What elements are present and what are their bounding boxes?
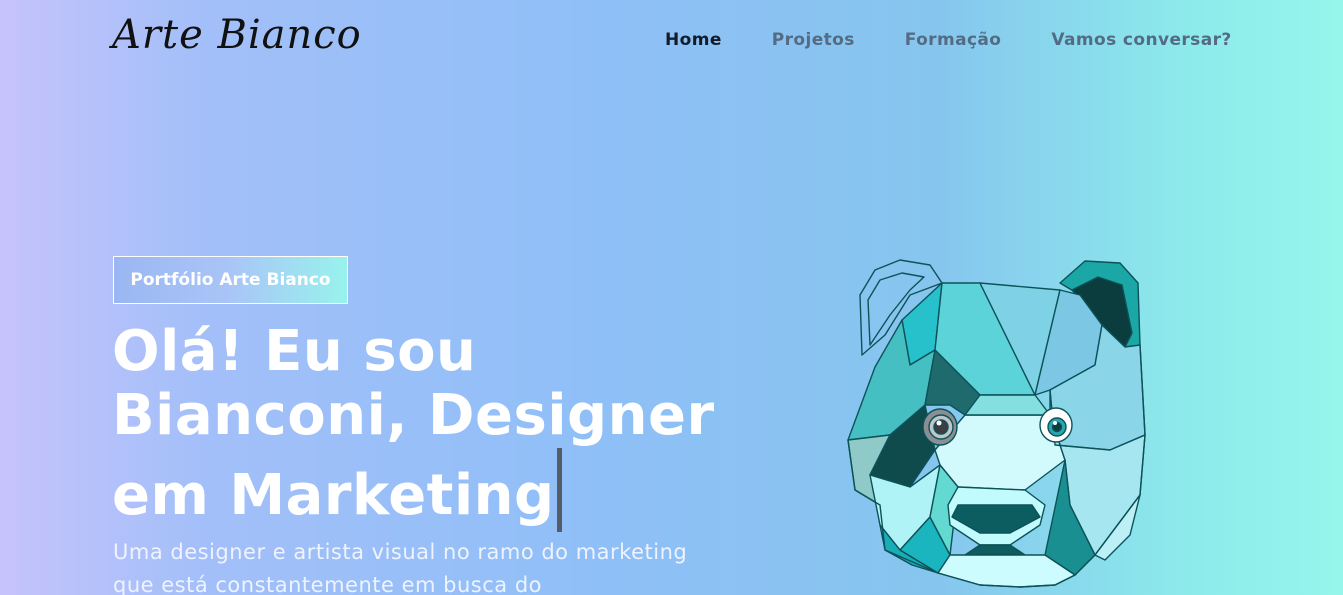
typing-caret [556,448,562,532]
hero-title: Olá! Eu sou Bianconi, Designer em Market… [112,320,732,532]
portfolio-badge: Portfólio Arte Bianco [113,256,348,304]
main-nav: Home Projetos Formação Vamos conversar? [665,30,1282,50]
hero-title-line-1: Olá! Eu sou [112,319,477,384]
nav-projetos[interactable]: Projetos [772,30,855,50]
hero-subtitle: Uma designer e artista visual no ramo do… [113,540,688,595]
hero-title-line-3: em Marketing [112,463,555,528]
nav-formacao[interactable]: Formação [905,30,1002,50]
nav-home[interactable]: Home [665,30,722,50]
hero-title-line-2: Bianconi, Designer [112,383,715,448]
logo[interactable]: Arte Bianco [112,12,362,58]
nav-vamos-conversar[interactable]: Vamos conversar? [1051,30,1231,50]
geometric-panda-illustration [847,259,1146,588]
